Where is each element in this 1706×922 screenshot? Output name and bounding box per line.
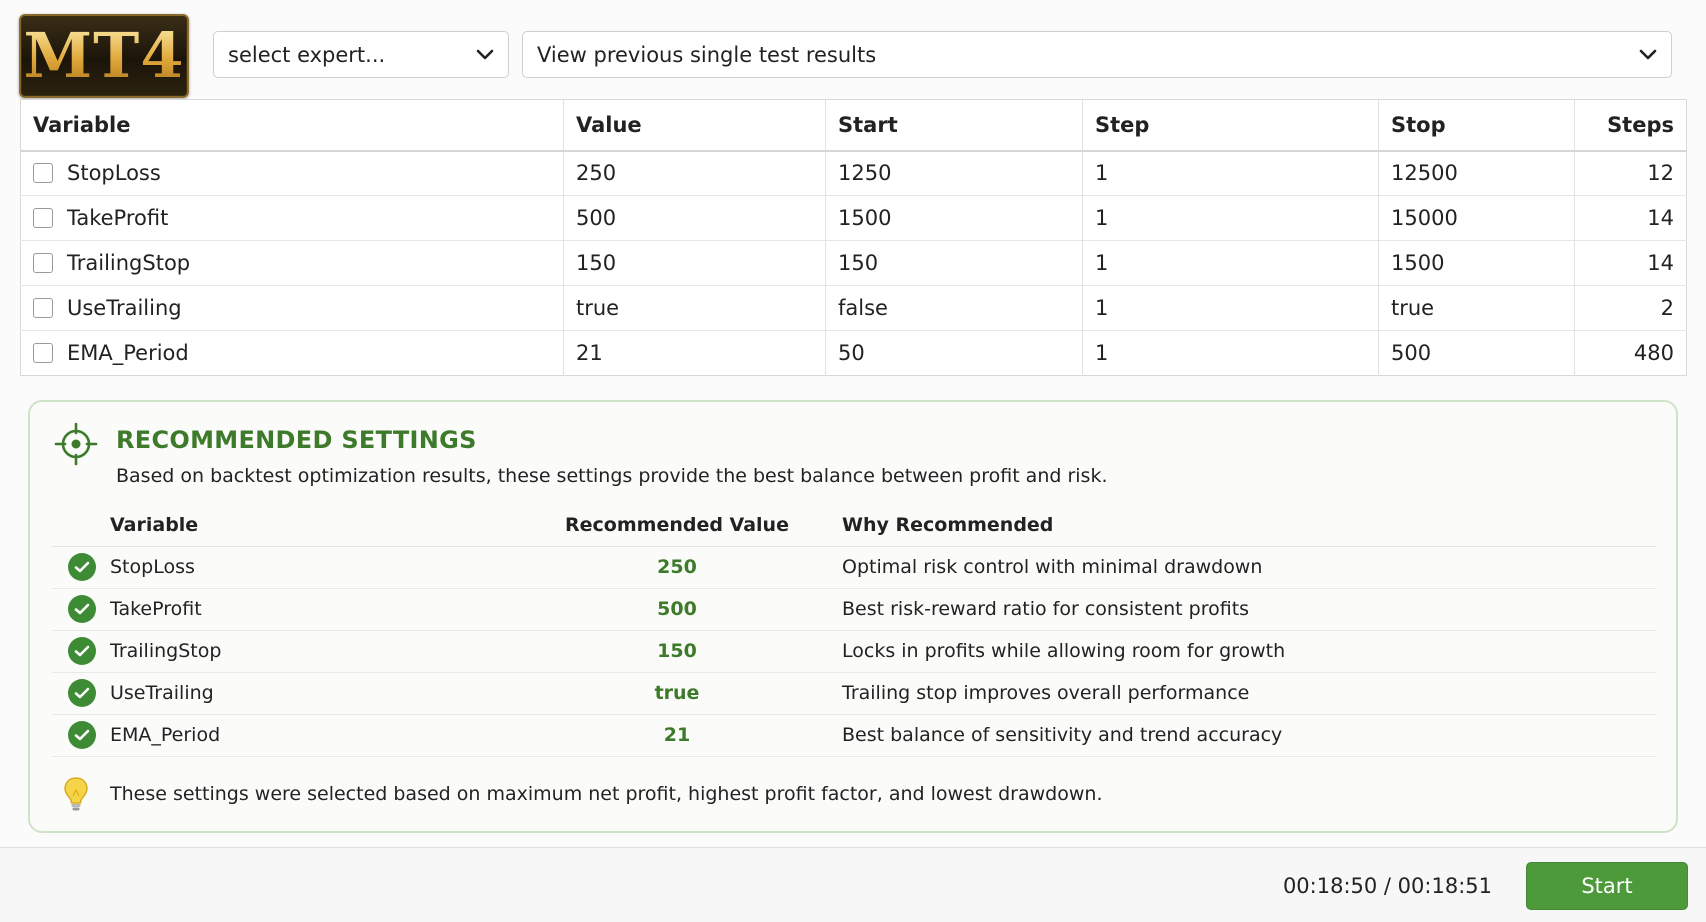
note-text: These settings were selected based on ma… [110, 783, 1103, 805]
recommendation-note: These settings were selected based on ma… [62, 776, 1102, 812]
table-row: UseTrailing true Trailing stop improves … [52, 672, 1656, 715]
mt4-logo: MT4 [19, 14, 189, 98]
recommended-value: true [512, 672, 842, 715]
recommended-value: 250 [512, 546, 842, 589]
variable-name: EMA_Period [67, 341, 189, 365]
check-circle-icon [68, 637, 96, 665]
check-circle-icon [68, 679, 96, 707]
recommended-value: 150 [512, 630, 842, 673]
table-row[interactable]: TakeProfit 500 1500 1 15000 14 [20, 195, 1687, 241]
row-checkbox[interactable] [33, 343, 53, 363]
value-cell[interactable]: 21 [563, 330, 826, 376]
table-header-row: Variable Recommended Value Why Recommend… [52, 504, 1656, 547]
recommended-title: RECOMMENDED SETTINGS [116, 426, 477, 454]
target-icon [54, 422, 98, 466]
value-cell[interactable]: 500 [563, 195, 826, 241]
variable-name: EMA_Period [110, 714, 512, 757]
steps-cell: 480 [1574, 330, 1687, 376]
recommended-table: Variable Recommended Value Why Recommend… [52, 504, 1656, 757]
table-row[interactable]: EMA_Period 21 50 1 500 480 [20, 330, 1687, 376]
step-cell[interactable]: 1 [1082, 195, 1379, 241]
chevron-down-icon [476, 49, 494, 61]
row-checkbox[interactable] [33, 253, 53, 273]
variable-name: TakeProfit [67, 206, 169, 230]
column-header: Variable [110, 504, 512, 547]
step-cell[interactable]: 1 [1082, 330, 1379, 376]
variable-name: UseTrailing [67, 296, 182, 320]
start-cell[interactable]: 150 [825, 240, 1083, 286]
stop-cell[interactable]: 1500 [1378, 240, 1575, 286]
stop-cell[interactable]: true [1378, 285, 1575, 331]
column-header: Why Recommended [842, 504, 1656, 547]
start-cell[interactable]: false [825, 285, 1083, 331]
table-row: TakeProfit 500 Best risk-reward ratio fo… [52, 588, 1656, 631]
check-circle-icon [68, 553, 96, 581]
stop-cell[interactable]: 15000 [1378, 195, 1575, 241]
variable-name: TrailingStop [67, 251, 191, 275]
table-header-row: Variable Value Start Step Stop Steps [20, 99, 1687, 152]
recommended-description: Based on backtest optimization results, … [116, 465, 1108, 487]
lightbulb-icon [64, 777, 88, 811]
logo-text: MT4 [23, 19, 185, 92]
recommended-value: 500 [512, 588, 842, 631]
start-cell[interactable]: 50 [825, 330, 1083, 376]
column-header: Recommended Value [512, 504, 842, 547]
table-row: TrailingStop 150 Locks in profits while … [52, 630, 1656, 673]
table-row[interactable]: UseTrailing true false 1 true 2 [20, 285, 1687, 331]
check-circle-icon [68, 721, 96, 749]
value-cell[interactable]: 150 [563, 240, 826, 286]
results-select-value: View previous single test results [537, 42, 877, 67]
table-row: StopLoss 250 Optimal risk control with m… [52, 546, 1656, 589]
expert-select-value: select expert... [228, 42, 386, 67]
variable-name: TakeProfit [110, 588, 512, 631]
table-row: EMA_Period 21 Best balance of sensitivit… [52, 714, 1656, 757]
table-row[interactable]: TrailingStop 150 150 1 1500 14 [20, 240, 1687, 286]
why-text: Optimal risk control with minimal drawdo… [842, 546, 1656, 589]
column-header[interactable]: Stop [1378, 99, 1575, 152]
table-row[interactable]: StopLoss 250 1250 1 12500 12 [20, 150, 1687, 196]
variable-name: UseTrailing [110, 672, 512, 715]
start-cell[interactable]: 1250 [825, 150, 1083, 196]
steps-cell: 14 [1574, 240, 1687, 286]
stop-cell[interactable]: 500 [1378, 330, 1575, 376]
why-text: Best balance of sensitivity and trend ac… [842, 714, 1656, 757]
time-display: 00:18:50 / 00:18:51 [1282, 874, 1492, 898]
row-checkbox[interactable] [33, 298, 53, 318]
check-circle-icon [68, 595, 96, 623]
footer-bar: 00:18:50 / 00:18:51 Start [0, 847, 1706, 922]
recommended-value: 21 [512, 714, 842, 757]
results-select[interactable]: View previous single test results [522, 31, 1672, 78]
column-header[interactable]: Step [1082, 99, 1379, 152]
step-cell[interactable]: 1 [1082, 240, 1379, 286]
recommended-settings-panel: RECOMMENDED SETTINGS Based on backtest o… [28, 400, 1678, 833]
expert-select[interactable]: select expert... [213, 31, 509, 78]
value-cell[interactable]: 250 [563, 150, 826, 196]
stop-cell[interactable]: 12500 [1378, 150, 1575, 196]
column-header[interactable]: Start [825, 99, 1083, 152]
row-checkbox[interactable] [33, 208, 53, 228]
steps-cell: 12 [1574, 150, 1687, 196]
why-text: Trailing stop improves overall performan… [842, 672, 1656, 715]
why-text: Best risk-reward ratio for consistent pr… [842, 588, 1656, 631]
steps-cell: 2 [1574, 285, 1687, 331]
variable-name: StopLoss [110, 546, 512, 589]
step-cell[interactable]: 1 [1082, 150, 1379, 196]
start-button[interactable]: Start [1526, 862, 1688, 910]
why-text: Locks in profits while allowing room for… [842, 630, 1656, 673]
column-header[interactable]: Variable [20, 99, 564, 152]
variable-name: TrailingStop [110, 630, 512, 673]
chevron-down-icon [1639, 49, 1657, 61]
start-cell[interactable]: 1500 [825, 195, 1083, 241]
app-window: MT4 select expert... View previous singl… [0, 0, 1706, 922]
steps-cell: 14 [1574, 195, 1687, 241]
column-header[interactable]: Value [563, 99, 826, 152]
value-cell[interactable]: true [563, 285, 826, 331]
step-cell[interactable]: 1 [1082, 285, 1379, 331]
row-checkbox[interactable] [33, 163, 53, 184]
column-header[interactable]: Steps [1574, 99, 1687, 152]
variable-name: StopLoss [67, 161, 161, 186]
variables-table: Variable Value Start Step Stop Steps Sto… [20, 99, 1687, 376]
